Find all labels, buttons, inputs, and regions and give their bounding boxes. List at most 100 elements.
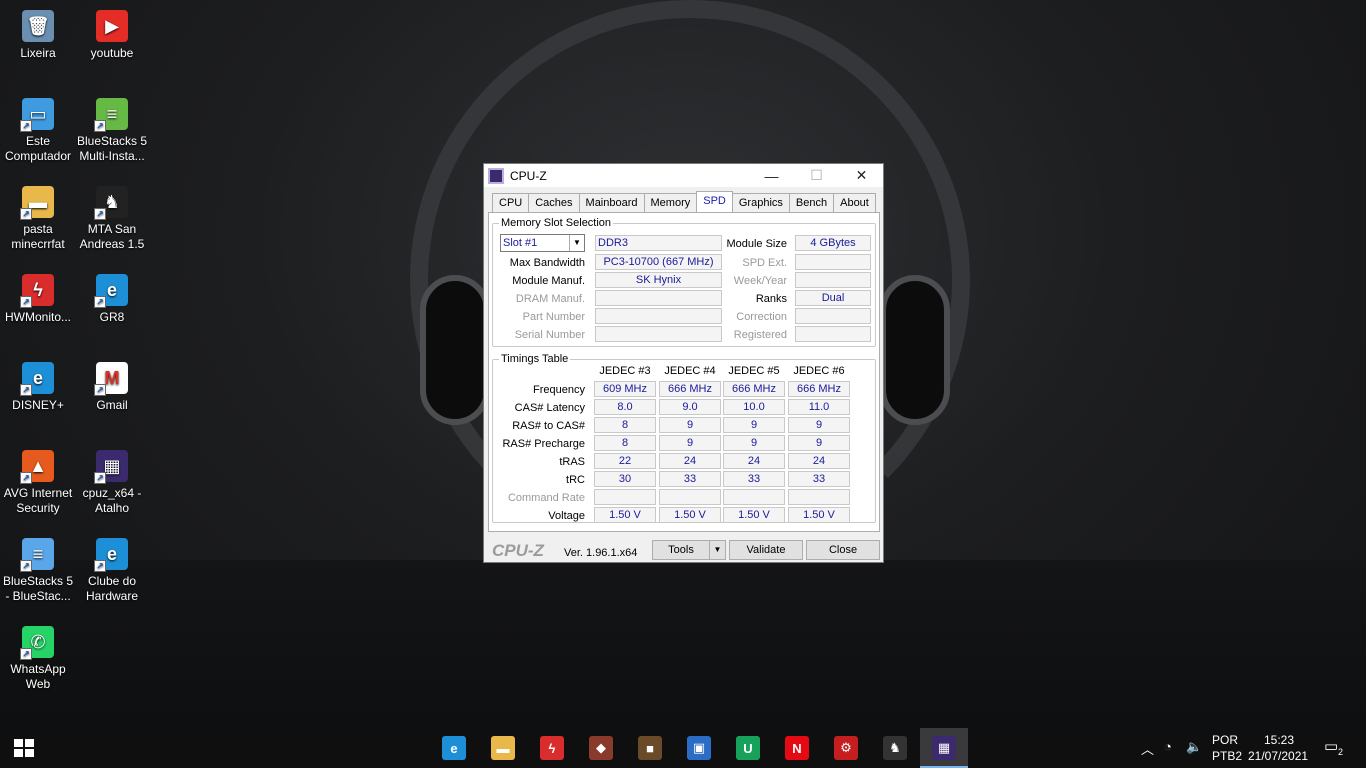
timings-cell: 33 (788, 471, 850, 487)
gmail-icon: M ↗ (94, 362, 128, 396)
tab-graphics[interactable]: Graphics (731, 193, 790, 213)
tools-dropdown-chevron-down-icon[interactable]: ▼ (709, 541, 725, 559)
window-footer: CPU-Z Ver. 1.96.1.x64 Tools ▼ Validate C… (484, 536, 883, 562)
registered-label: Registered (733, 329, 787, 341)
tab-cpu[interactable]: CPU (492, 193, 530, 213)
show-hidden-icons-chevron-up-icon[interactable]: ︿ (1141, 739, 1154, 758)
taskbar-hwmonitor-icon[interactable]: ϟ (540, 736, 564, 760)
language-bottom[interactable]: PTB2 (1212, 749, 1242, 763)
windows-start-icon[interactable] (14, 739, 34, 757)
clock-date[interactable]: 21/07/2021 (1248, 749, 1308, 763)
mta-icon: ♞ ↗ (94, 186, 128, 220)
tab-about[interactable]: About (833, 193, 876, 213)
taskbar-cpuz-icon[interactable]: ▦ (932, 736, 956, 760)
timings-cell (788, 489, 850, 505)
timings-cell: 22 (594, 453, 656, 469)
shortcut-arrow-icon: ↗ (20, 208, 32, 220)
taskbar-store-icon[interactable]: ▣ (687, 736, 711, 760)
shortcut-arrow-icon: ↗ (94, 384, 106, 396)
shortcut-arrow-icon: ↗ (94, 560, 106, 572)
desktop-icon-label: HWMonito... (4, 310, 71, 324)
shortcut-arrow-icon: ↗ (20, 472, 32, 484)
tab-spd[interactable]: SPD (696, 191, 733, 213)
desktop-icon[interactable]: ✆ ↗ WhatsApp Web (0, 620, 76, 692)
spd-ext-label: SPD Ext. (742, 257, 787, 269)
taskbar-utorrent-icon[interactable]: U (736, 736, 760, 760)
ranks-field: Dual (795, 290, 871, 306)
tab-mainboard[interactable]: Mainboard (578, 193, 645, 213)
desktop-icon[interactable]: ▶ youtube (74, 4, 150, 61)
part-number-field (595, 308, 722, 324)
timings-cell: 30 (594, 471, 656, 487)
desktop-icon-label: GR8 (99, 310, 125, 324)
tab-memory[interactable]: Memory (643, 193, 698, 213)
desktop-icon[interactable]: e ↗ DISNEY+ (0, 356, 76, 413)
language-top[interactable]: POR (1212, 733, 1238, 747)
wifi-icon[interactable]: ◔ (1164, 739, 1172, 754)
desktop-icon[interactable]: ≡ ↗ BlueStacks 5 - BlueStac... (0, 532, 76, 604)
desktop-icon[interactable]: ▭ ↗ Este Computador (0, 92, 76, 164)
taskbar-mta-icon[interactable]: ♞ (883, 736, 907, 760)
desktop-icon[interactable]: e ↗ Clube do Hardware (74, 532, 150, 604)
tools-button[interactable]: Tools ▼ (652, 540, 726, 560)
timings-cell: 9 (723, 417, 785, 433)
timings-row-label: RAS# to CAS# (512, 420, 585, 432)
desktop-icon[interactable]: ϟ ↗ HWMonito... (0, 268, 76, 325)
slot-select[interactable]: Slot #1 ▼ (500, 234, 585, 252)
desktop-icon[interactable]: 🗑 Lixeira (0, 4, 76, 61)
taskbar-game-icon[interactable]: ◆ (589, 736, 613, 760)
shortcut-arrow-icon: ↗ (94, 120, 106, 132)
desktop-icon[interactable]: e ↗ GR8 (74, 268, 150, 325)
edge-icon: e ↗ (20, 362, 54, 396)
desktop-icon-label: Gmail (96, 398, 128, 412)
edge-icon: e ↗ (94, 538, 128, 572)
timings-cell: 24 (723, 453, 785, 469)
cpuz-window: CPU-Z — ☐ ✕ CPU Caches Mainboard Memory SPD G… (483, 163, 884, 563)
desktop-icon[interactable]: ≡ ↗ BlueStacks 5 Multi-Insta... (74, 92, 150, 164)
notification-count: 2 (1336, 747, 1346, 757)
minimize-button[interactable]: — (749, 164, 794, 187)
chevron-down-icon[interactable]: ▼ (569, 235, 584, 251)
computer-icon: ▭ ↗ (20, 98, 54, 132)
close-window-button[interactable]: ✕ (839, 164, 884, 187)
timings-cell: 33 (659, 471, 721, 487)
recycle-bin-icon: 🗑 (22, 10, 54, 42)
desktop-icon[interactable]: M ↗ Gmail (74, 356, 150, 413)
timings-cell: 8 (594, 417, 656, 433)
tab-caches[interactable]: Caches (528, 193, 580, 213)
volume-icon[interactable]: 🔈 (1186, 739, 1202, 755)
desktop-icon-label: youtube (90, 46, 134, 60)
desktop-icon[interactable]: ▦ ↗ cpuz_x64 - Atalho (74, 444, 150, 516)
week-year-label: Week/Year (733, 275, 787, 287)
desktop-icon-label: Este Computador (4, 134, 72, 163)
correction-label: Correction (736, 311, 787, 323)
cpuz-brand-logo: CPU-Z (492, 541, 544, 560)
folder-icon: ▬ ↗ (20, 186, 54, 220)
desktop-icon-label: pasta minecrrfat (11, 222, 65, 251)
taskbar-netflix-icon[interactable]: N (785, 736, 809, 760)
taskbar-edge-icon[interactable]: e (442, 736, 466, 760)
clock-time[interactable]: 15:23 (1264, 733, 1294, 747)
bluestacks-icon: ≡ ↗ (20, 538, 54, 572)
title-bar[interactable]: CPU-Z — ☐ ✕ (484, 164, 883, 187)
taskbar-minecraft-icon[interactable]: ■ (638, 736, 662, 760)
taskbar-file-explorer-icon[interactable]: ▬ (491, 736, 515, 760)
maximize-button[interactable]: ☐ (794, 164, 839, 187)
validate-button[interactable]: Validate (729, 540, 803, 560)
timings-cell: 609 MHz (594, 381, 656, 397)
desktop-icon[interactable]: ♞ ↗ MTA San Andreas 1.5 (74, 180, 150, 252)
desktop-icon[interactable]: ▲ ↗ AVG Internet Security (0, 444, 76, 516)
shortcut-arrow-icon: ↗ (20, 296, 32, 308)
memory-type-field: DDR3 (595, 235, 722, 251)
tab-strip: CPU Caches Mainboard Memory SPD Graphics Bench… (492, 191, 876, 213)
timings-cell: 10.0 (723, 399, 785, 415)
taskbar-gear-app-icon[interactable]: ⚙ (834, 736, 858, 760)
tools-button-label: Tools (668, 544, 694, 556)
tab-bench[interactable]: Bench (788, 193, 835, 213)
timings-cell (659, 489, 721, 505)
close-button[interactable]: Close (806, 540, 880, 560)
timings-cell: 11.0 (788, 399, 850, 415)
dram-manuf-field (595, 290, 722, 306)
desktop-icon[interactable]: ▬ ↗ pasta minecrrfat (0, 180, 76, 252)
timings-column-header: JEDEC #4 (664, 365, 716, 377)
